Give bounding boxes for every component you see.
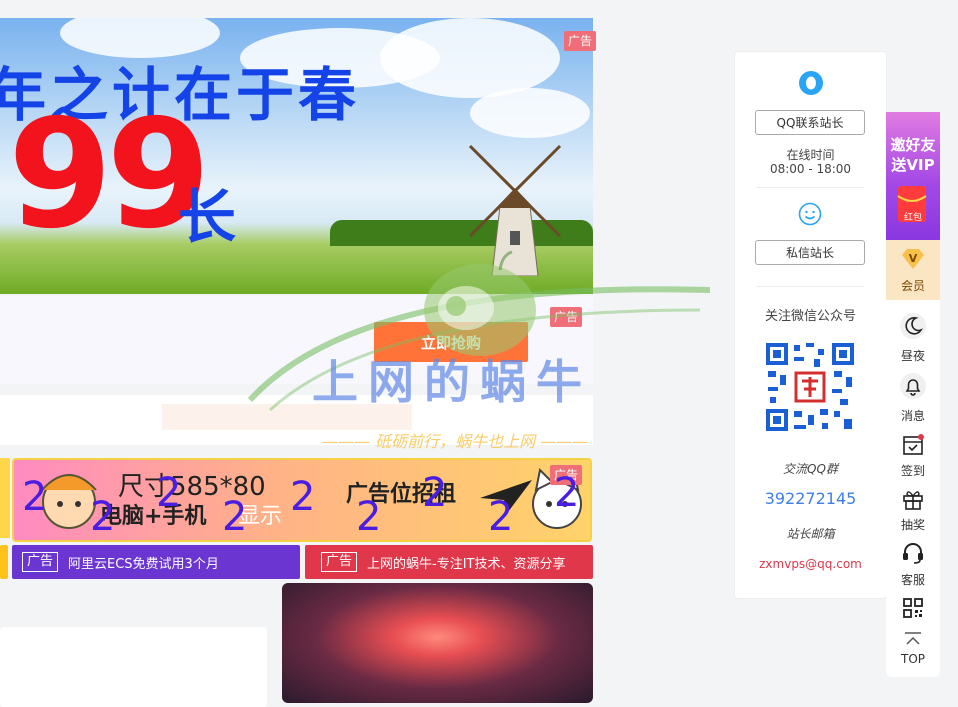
qq-penguin-icon — [799, 71, 823, 95]
ad-tag: 广告 — [550, 307, 583, 327]
calendar-icon — [903, 434, 924, 455]
hero-number: 99 — [8, 88, 211, 262]
windmill-illustration — [468, 144, 562, 276]
text-ad-snail[interactable]: 广告 上网的蜗牛-专注IT技术、资源分享 — [305, 545, 593, 579]
ad-tag: 广告 — [564, 31, 597, 51]
email-label: 站长邮箱 — [786, 527, 835, 541]
back-to-top-label: TOP — [900, 652, 925, 666]
overlay-digit: 2 — [156, 470, 182, 516]
online-time-label: 在线时间 — [786, 148, 835, 162]
gift-icon — [903, 491, 923, 510]
online-time-hours: 08:00 - 18:00 — [769, 162, 852, 176]
overlay-digit: 2 — [222, 494, 248, 540]
red-packet-text: 红包 — [903, 213, 922, 223]
night-mode-label: 昼夜 — [900, 349, 925, 363]
vip-label: 会员 — [900, 279, 925, 293]
wechat-qrcode[interactable] — [764, 341, 856, 433]
overlay-digit: 2 — [488, 494, 514, 540]
overlay-digit: 2 — [554, 470, 580, 516]
qq-group-label: 交流QQ群 — [783, 462, 838, 476]
lottery-label: 抽奖 — [900, 518, 925, 532]
text-ad-aliyun[interactable]: 广告 阿里云ECS免费试用3个月 — [12, 545, 300, 579]
private-message-button[interactable]: 私信站长 — [755, 240, 865, 265]
vip-badge-letter: V — [908, 252, 918, 265]
ad-tag: 广告 — [321, 552, 358, 572]
arrow-up-icon — [905, 632, 921, 645]
overlay-digit: 2 — [90, 494, 116, 540]
qq-group-number[interactable]: 392272145 — [735, 489, 886, 508]
sunset-thumbnail[interactable] — [282, 583, 593, 703]
text-ad-label: 上网的蜗牛-专注IT技术、资源分享 — [367, 556, 566, 572]
ad-tag: 广告 — [22, 552, 59, 572]
text-ad-label: 阿里云ECS免费试用3个月 — [68, 556, 219, 572]
wechat-label: 关注微信公众号 — [764, 309, 856, 324]
overlay-digit: 2 — [356, 494, 382, 540]
overlay-digit: 2 — [22, 474, 48, 520]
smile-icon — [798, 202, 822, 226]
invite-text-line1: 邀好友 — [890, 136, 936, 154]
overlay-digit: 2 — [290, 474, 316, 520]
moon-icon — [900, 313, 926, 339]
divider — [756, 187, 864, 188]
divider — [756, 286, 864, 287]
content-card — [0, 627, 267, 707]
watermark-title: 上网的蜗牛 — [312, 355, 592, 409]
check-in-label: 签到 — [900, 464, 925, 478]
ad-devices-text: 电脑+手机 — [100, 504, 207, 529]
qq-contact-button[interactable]: QQ联系站长 — [755, 110, 865, 135]
hero-suffix: 长 — [178, 183, 237, 251]
email-link[interactable]: zxmvps@qq.com — [735, 557, 886, 571]
qrcode-icon[interactable] — [900, 595, 926, 621]
headset-icon — [903, 543, 923, 564]
bell-icon — [900, 373, 926, 399]
overlay-digit: 2 — [422, 470, 448, 516]
invite-text-line2: 送VIP — [891, 156, 935, 174]
side-ad-edge[interactable] — [0, 458, 10, 538]
messages-label: 消息 — [900, 409, 925, 423]
customer-service-label: 客服 — [900, 573, 925, 587]
watermark-subtitle: ——— 砥砺前行，蜗牛也上网 ——— — [322, 432, 589, 451]
text-ad-edge[interactable] — [0, 545, 8, 579]
